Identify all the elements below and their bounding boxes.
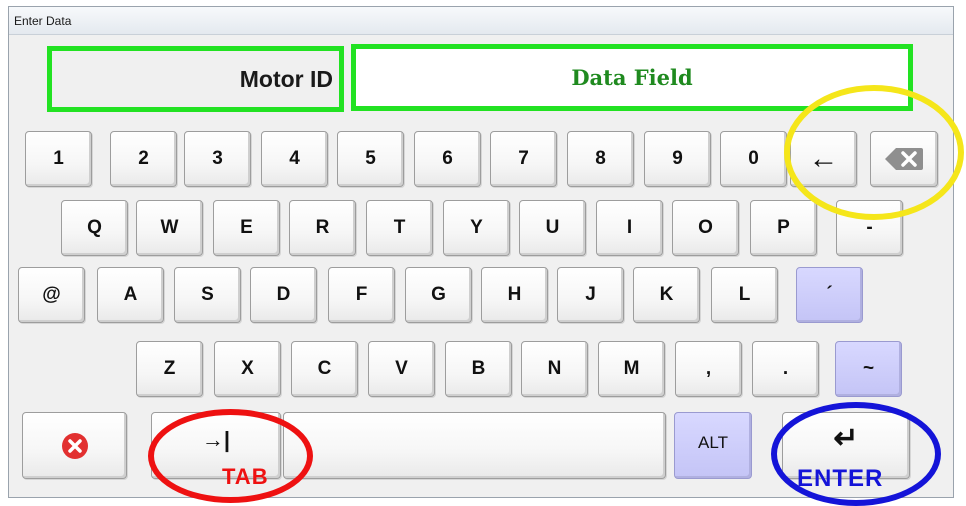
- key-row1-2[interactable]: 3: [184, 131, 251, 187]
- key-row2-2[interactable]: E: [213, 200, 280, 256]
- key-row3-2[interactable]: S: [174, 267, 241, 323]
- key-row3-8[interactable]: K: [633, 267, 700, 323]
- key-row3-3[interactable]: D: [250, 267, 317, 323]
- cancel-key[interactable]: [22, 412, 127, 479]
- key-row4-4[interactable]: B: [445, 341, 512, 397]
- key-row1-3[interactable]: 4: [261, 131, 328, 187]
- key-row4-5[interactable]: N: [521, 341, 588, 397]
- key-row2-10[interactable]: -: [836, 200, 903, 256]
- backspace-icon: [885, 148, 923, 170]
- key-row2-1[interactable]: W: [136, 200, 203, 256]
- key-row2-0[interactable]: Q: [61, 200, 128, 256]
- key-row2-9[interactable]: P: [750, 200, 817, 256]
- key-row2-8[interactable]: O: [672, 200, 739, 256]
- key-row3-5[interactable]: G: [405, 267, 472, 323]
- field-label: Motor ID: [239, 65, 333, 92]
- alt-key[interactable]: ALT: [674, 412, 752, 479]
- key-row1-5[interactable]: 6: [414, 131, 481, 187]
- key-row1-9[interactable]: 0: [720, 131, 787, 187]
- key-row3-0[interactable]: @: [18, 267, 85, 323]
- key-row4-6[interactable]: M: [598, 341, 665, 397]
- key-row3-7[interactable]: J: [557, 267, 624, 323]
- key-row2-3[interactable]: R: [289, 200, 356, 256]
- key-row3-4[interactable]: F: [328, 267, 395, 323]
- key-row1-0[interactable]: 1: [25, 131, 92, 187]
- key-row1-8[interactable]: 9: [644, 131, 711, 187]
- window-title: Enter Data: [14, 14, 72, 28]
- tab-key[interactable]: →|: [151, 412, 281, 479]
- title-bar: Enter Data: [9, 7, 953, 35]
- key-row4-2[interactable]: C: [291, 341, 358, 397]
- key-row1-4[interactable]: 5: [337, 131, 404, 187]
- key-row4-8[interactable]: .: [752, 341, 819, 397]
- key-row2-6[interactable]: U: [519, 200, 586, 256]
- key-row4-1[interactable]: X: [214, 341, 281, 397]
- key-row4-3[interactable]: V: [368, 341, 435, 397]
- key-row2-7[interactable]: I: [596, 200, 663, 256]
- key-row2-5[interactable]: Y: [443, 200, 510, 256]
- key-row2-4[interactable]: T: [366, 200, 433, 256]
- enter-key[interactable]: ↵: [782, 412, 910, 479]
- key-row1-1[interactable]: 2: [110, 131, 177, 187]
- key-row4-0[interactable]: Z: [136, 341, 203, 397]
- key-row3-10[interactable]: ´: [796, 267, 863, 323]
- data-field-input[interactable]: Data Field: [351, 44, 913, 111]
- data-field-text: Data Field: [571, 65, 693, 90]
- key-row4-7[interactable]: ,: [675, 341, 742, 397]
- cancel-icon: [61, 432, 88, 459]
- backspace-key[interactable]: [870, 131, 938, 187]
- key-row3-6[interactable]: H: [481, 267, 548, 323]
- left-arrow-key[interactable]: ←: [790, 131, 857, 187]
- field-label-box: Motor ID: [47, 46, 344, 112]
- key-row4-9[interactable]: ~: [835, 341, 902, 397]
- key-row3-1[interactable]: A: [97, 267, 164, 323]
- key-row1-6[interactable]: 7: [490, 131, 557, 187]
- key-row1-7[interactable]: 8: [567, 131, 634, 187]
- space-key[interactable]: [283, 412, 666, 479]
- key-row3-9[interactable]: L: [711, 267, 778, 323]
